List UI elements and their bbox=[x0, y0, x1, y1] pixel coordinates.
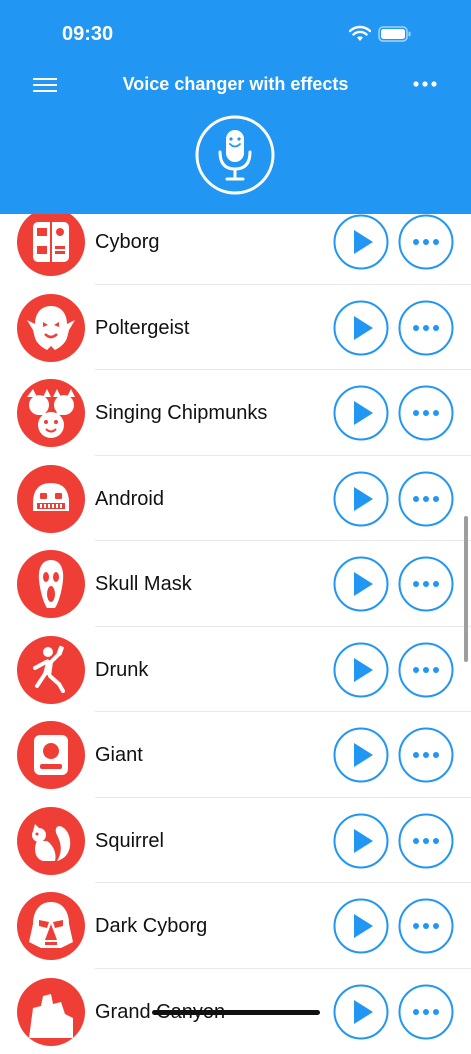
list-item[interactable]: Singing Chipmunks bbox=[0, 370, 471, 456]
drunk-person-icon bbox=[17, 636, 85, 704]
options-button[interactable] bbox=[398, 642, 454, 698]
options-button[interactable] bbox=[398, 385, 454, 441]
play-button[interactable] bbox=[333, 984, 389, 1040]
effect-label: Singing Chipmunks bbox=[95, 402, 267, 425]
play-button[interactable] bbox=[333, 898, 389, 954]
home-indicator[interactable] bbox=[152, 1010, 320, 1015]
record-mic-button[interactable] bbox=[195, 115, 275, 195]
effect-label: Drunk bbox=[95, 659, 148, 682]
play-button[interactable] bbox=[333, 813, 389, 869]
list-item[interactable]: Drunk bbox=[0, 627, 471, 713]
effect-label: Squirrel bbox=[95, 830, 164, 853]
options-button[interactable] bbox=[398, 898, 454, 954]
ghost-icon bbox=[17, 294, 85, 362]
play-button[interactable] bbox=[333, 727, 389, 783]
giant-icon bbox=[17, 721, 85, 789]
list-item[interactable]: Poltergeist bbox=[0, 285, 471, 371]
list-item[interactable]: Skull Mask bbox=[0, 541, 471, 627]
options-button[interactable] bbox=[398, 300, 454, 356]
options-button[interactable] bbox=[398, 471, 454, 527]
play-button[interactable] bbox=[333, 556, 389, 612]
play-button[interactable] bbox=[333, 642, 389, 698]
canyon-icon bbox=[17, 978, 85, 1046]
wifi-icon bbox=[349, 25, 371, 42]
scrollbar[interactable] bbox=[464, 516, 468, 662]
cyborg-icon bbox=[17, 208, 85, 276]
effect-label: Android bbox=[95, 488, 164, 511]
more-options-icon[interactable] bbox=[412, 76, 438, 92]
effect-label: Poltergeist bbox=[95, 317, 190, 340]
dark-cyborg-icon bbox=[17, 892, 85, 960]
status-time: 09:30 bbox=[62, 23, 113, 46]
play-button[interactable] bbox=[333, 214, 389, 270]
options-button[interactable] bbox=[398, 556, 454, 612]
effect-label: Giant bbox=[95, 744, 143, 767]
effect-label: Cyborg bbox=[95, 231, 159, 254]
page-title: Voice changer with effects bbox=[0, 74, 471, 95]
options-button[interactable] bbox=[398, 984, 454, 1040]
squirrel-icon bbox=[17, 807, 85, 875]
list-item[interactable]: Android bbox=[0, 456, 471, 542]
play-button[interactable] bbox=[333, 471, 389, 527]
chipmunks-icon bbox=[17, 379, 85, 447]
list-item[interactable]: Squirrel bbox=[0, 798, 471, 884]
play-button[interactable] bbox=[333, 385, 389, 441]
effect-label: Skull Mask bbox=[95, 573, 192, 596]
options-button[interactable] bbox=[398, 214, 454, 270]
list-item[interactable]: Giant bbox=[0, 712, 471, 798]
options-button[interactable] bbox=[398, 813, 454, 869]
app-header: 09:30 Voice changer with effects bbox=[0, 0, 471, 214]
options-button[interactable] bbox=[398, 727, 454, 783]
effects-list: Cyborg Poltergeist bbox=[0, 199, 471, 1054]
list-item[interactable]: Dark Cyborg bbox=[0, 883, 471, 969]
play-button[interactable] bbox=[333, 300, 389, 356]
effect-label: Dark Cyborg bbox=[95, 915, 207, 938]
android-icon bbox=[17, 465, 85, 533]
battery-icon bbox=[378, 26, 412, 42]
scream-mask-icon bbox=[17, 550, 85, 618]
